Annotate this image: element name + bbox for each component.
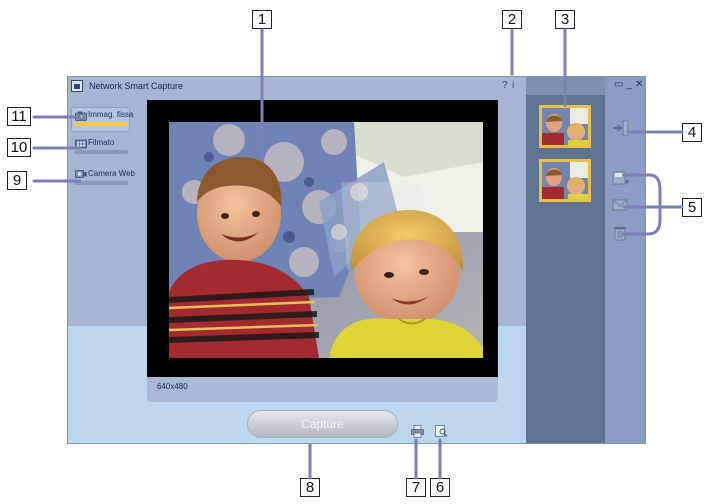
- webcam-icon: [75, 170, 87, 180]
- export-icon[interactable]: [612, 120, 630, 136]
- print-icon[interactable]: [411, 425, 424, 438]
- callout-1: 1: [252, 10, 272, 29]
- window-controls[interactable]: ▭_✕: [614, 79, 645, 90]
- preview-panel: 640x480: [147, 100, 498, 402]
- mode-indicator-bar: [74, 122, 128, 126]
- preview-frame: [147, 100, 498, 377]
- email-icon[interactable]: [612, 197, 630, 213]
- callout-6: 6: [430, 478, 450, 497]
- save-icon[interactable]: [612, 171, 630, 187]
- mode-indicator-bar: [74, 181, 128, 185]
- thumbnail-header: [526, 77, 605, 95]
- capture-button[interactable]: Capture: [247, 410, 398, 438]
- camera-icon: [75, 111, 87, 121]
- thumbnail-item[interactable]: [539, 159, 591, 202]
- callout-8: 8: [300, 478, 320, 497]
- film-icon: [75, 139, 87, 149]
- help-icon[interactable]: ?: [502, 80, 508, 91]
- callout-10: 10: [7, 138, 31, 157]
- tools-panel: ▭_✕: [605, 77, 645, 443]
- mode-still-image-button[interactable]: Immag. fissa: [71, 107, 134, 132]
- callout-3: 3: [555, 10, 575, 29]
- app-window: Network Smart Capture ? i Immag. fissa F…: [67, 76, 646, 444]
- thumbnail-image: [542, 162, 588, 199]
- mode-indicator-bar: [74, 150, 128, 154]
- callout-5: 5: [682, 198, 702, 217]
- title-bar: Network Smart Capture: [68, 77, 526, 95]
- thumbnail-panel: [526, 77, 605, 443]
- callout-9: 9: [7, 171, 27, 190]
- window-title: Network Smart Capture: [89, 81, 184, 91]
- app-icon: [71, 80, 83, 92]
- mode-movie-label: Filmato: [88, 138, 115, 147]
- callout-4: 4: [682, 123, 702, 142]
- resolution-label: 640x480: [157, 382, 188, 391]
- thumbnail-item[interactable]: [539, 105, 591, 148]
- info-icon[interactable]: i: [512, 80, 514, 91]
- callout-2: 2: [502, 10, 522, 29]
- zoom-icon[interactable]: [435, 425, 448, 438]
- trash-icon[interactable]: [612, 225, 630, 241]
- callout-11: 11: [7, 107, 31, 126]
- mode-webcam-label: Camera Web: [88, 169, 135, 178]
- mode-still-image-label: Immag. fissa: [88, 110, 134, 119]
- preview-photo: [169, 122, 483, 358]
- mode-movie-button[interactable]: Filmato: [71, 135, 130, 160]
- callout-7: 7: [406, 478, 426, 497]
- thumbnail-image: [542, 108, 588, 145]
- mode-webcam-button[interactable]: Camera Web: [71, 166, 135, 191]
